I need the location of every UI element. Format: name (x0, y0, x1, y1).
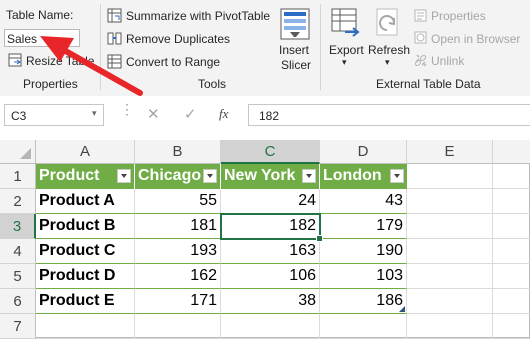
cell-a4[interactable]: Product C (36, 239, 135, 264)
cell-b2[interactable]: 55 (135, 189, 221, 214)
table-header-london[interactable]: London (320, 164, 407, 189)
formula-input[interactable]: 182 (248, 104, 530, 126)
row-header-3[interactable]: 3 (0, 214, 36, 239)
cell-c7[interactable] (221, 314, 320, 339)
cell-a7[interactable] (36, 314, 135, 339)
row-header-4[interactable]: 4 (0, 239, 36, 264)
table-resize-handle-icon[interactable] (399, 306, 406, 313)
row-header-5[interactable]: 5 (0, 264, 36, 289)
cell-a2[interactable]: Product A (36, 189, 135, 214)
cell-e3[interactable] (407, 214, 493, 239)
table-header-product[interactable]: Product (36, 164, 135, 189)
cell-d2[interactable]: 43 (320, 189, 407, 214)
header-text: London (323, 167, 382, 184)
cell-b5[interactable]: 162 (135, 264, 221, 289)
cell-c2[interactable]: 24 (221, 189, 320, 214)
cell-b3[interactable]: 181 (135, 214, 221, 239)
filter-dropdown-icon[interactable] (117, 169, 131, 183)
row-header-2[interactable]: 2 (0, 189, 36, 214)
column-header-d[interactable]: D (320, 140, 407, 164)
cell-d5[interactable]: 103 (320, 264, 407, 289)
cell-e6[interactable] (407, 289, 493, 314)
cell-d4[interactable]: 190 (320, 239, 407, 264)
cell-b4[interactable]: 193 (135, 239, 221, 264)
cell-d6[interactable]: 186 (320, 289, 407, 314)
column-header-empty (493, 140, 530, 164)
fill-handle[interactable] (316, 235, 323, 242)
row-header-1[interactable]: 1 (0, 164, 36, 189)
row-header-7[interactable]: 7 (0, 314, 36, 339)
table-header-new-york[interactable]: New York (221, 164, 320, 189)
cell-d7[interactable] (320, 314, 407, 339)
enter-check-icon[interactable]: ✓ (184, 105, 197, 123)
cell-b6[interactable]: 171 (135, 289, 221, 314)
insert-function-icon[interactable]: fx (219, 106, 228, 122)
column-header-e[interactable]: E (407, 140, 493, 164)
row-header-6[interactable]: 6 (0, 289, 36, 314)
cell-e2[interactable] (407, 189, 493, 214)
cell-c6[interactable]: 38 (221, 289, 320, 314)
cell-empty[interactable] (493, 239, 530, 264)
column-header-c[interactable]: C (221, 140, 320, 164)
filter-dropdown-icon[interactable] (302, 169, 316, 183)
header-text: Chicago (138, 167, 202, 184)
column-header-b[interactable]: B (135, 140, 221, 164)
header-text: Product (39, 167, 100, 184)
cell-empty[interactable] (493, 164, 530, 189)
table-header-chicago[interactable]: Chicago (135, 164, 221, 189)
cancel-icon[interactable]: ✕ (147, 105, 160, 123)
formula-bar-grip-icon: ⋮ (120, 101, 135, 117)
cell-a5[interactable]: Product D (36, 264, 135, 289)
filter-dropdown-icon[interactable] (390, 169, 404, 183)
cell-c5[interactable]: 106 (221, 264, 320, 289)
filter-dropdown-icon[interactable] (203, 169, 217, 183)
select-all-triangle-icon (20, 148, 31, 159)
select-all-corner[interactable] (0, 140, 36, 164)
name-box[interactable]: C3 (4, 104, 104, 126)
cell-e5[interactable] (407, 264, 493, 289)
active-cell-border (220, 213, 321, 240)
cell-empty[interactable] (493, 314, 530, 339)
cell-e4[interactable] (407, 239, 493, 264)
column-header-a[interactable]: A (36, 140, 135, 164)
cell-e7[interactable] (407, 314, 493, 339)
cell-d3[interactable]: 179 (320, 214, 407, 239)
cell-b7[interactable] (135, 314, 221, 339)
cell-empty[interactable] (493, 264, 530, 289)
cell-empty[interactable] (493, 289, 530, 314)
cell-a6[interactable]: Product E (36, 289, 135, 314)
header-text: New York (224, 167, 296, 184)
cell-e1[interactable] (407, 164, 493, 189)
cell-c4[interactable]: 163 (221, 239, 320, 264)
cell-empty[interactable] (493, 214, 530, 239)
name-box-dropdown-icon[interactable]: ▾ (92, 108, 97, 119)
cell-a3[interactable]: Product B (36, 214, 135, 239)
cell-empty[interactable] (493, 189, 530, 214)
